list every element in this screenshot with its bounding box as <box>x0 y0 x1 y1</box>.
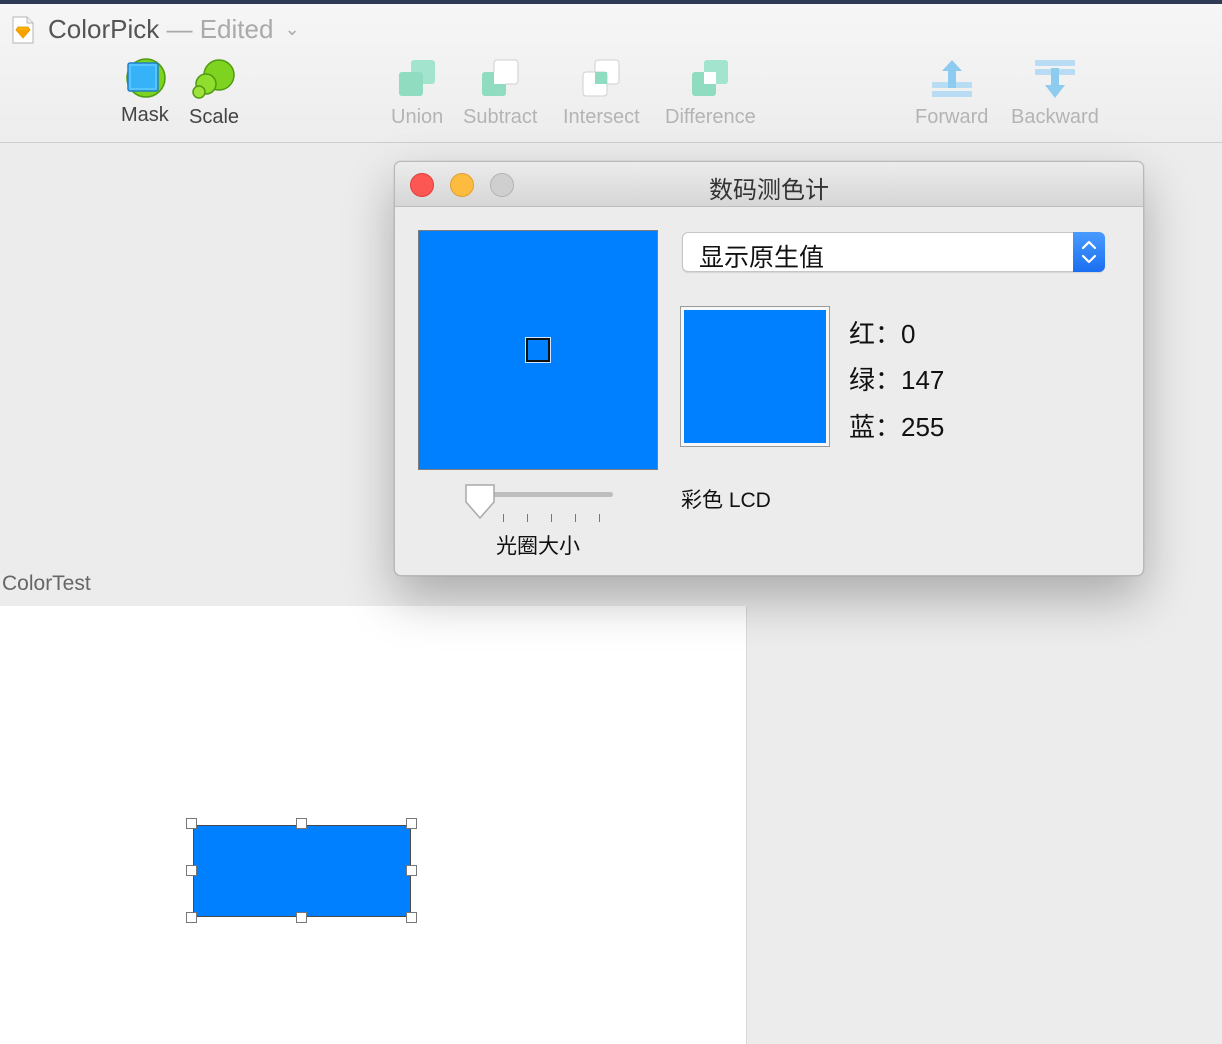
aperture-slider-thumb[interactable] <box>463 482 497 522</box>
intersect-icon <box>582 59 620 97</box>
union-label: Union <box>391 106 444 128</box>
document-title[interactable]: ColorPick — Edited ⌄ <box>48 14 300 45</box>
intersect-button[interactable]: Intersect <box>563 58 640 129</box>
resize-handle-bottom[interactable] <box>296 912 307 923</box>
resize-handle-bottom-right[interactable] <box>406 912 417 923</box>
color-meter-title: 数码测色计 <box>709 177 829 204</box>
blue-readout: 蓝：255 <box>849 407 944 444</box>
subtract-button[interactable]: Subtract <box>463 58 537 129</box>
mask-button[interactable]: Mask <box>121 58 169 127</box>
backward-icon <box>1034 60 1075 98</box>
color-profile-label: 彩色 LCD <box>681 489 771 512</box>
mask-label: Mask <box>121 104 169 126</box>
toolbar: ColorPick — Edited ⌄ Mask Scale Union Su… <box>0 4 1222 143</box>
red-readout: 红：0 <box>849 314 915 351</box>
mask-icon <box>126 58 166 98</box>
red-value: 0 <box>901 319 916 349</box>
slider-tick <box>527 514 528 522</box>
slider-tick <box>503 514 504 522</box>
chevron-down-icon[interactable]: ⌄ <box>285 19 300 39</box>
backward-label: Backward <box>1011 106 1099 128</box>
forward-button[interactable]: Forward <box>915 58 988 129</box>
scale-label: Scale <box>189 106 240 128</box>
resize-handle-top-left[interactable] <box>186 818 197 829</box>
scale-button[interactable]: Scale <box>189 58 239 129</box>
intersect-label: Intersect <box>563 106 640 128</box>
blue-label: 蓝： <box>849 412 902 442</box>
sketch-document-icon[interactable] <box>12 16 34 44</box>
chevron-up-down-icon <box>1081 240 1097 264</box>
forward-icon <box>931 60 972 97</box>
color-meter-window: 数码测色计 光圈大小 显示原生值 红：0 绿：147 蓝：255 彩色 LCD <box>394 161 1144 576</box>
difference-button[interactable]: Difference <box>665 58 756 129</box>
resize-handle-bottom-left[interactable] <box>186 912 197 923</box>
aperture-slider-track[interactable] <box>483 492 613 497</box>
display-mode-select[interactable]: 显示原生值 <box>682 232 1105 272</box>
blue-value: 255 <box>901 412 945 442</box>
aperture-slider-ticks <box>503 514 603 524</box>
difference-label: Difference <box>665 106 756 128</box>
green-label: 绿： <box>849 365 902 395</box>
subtract-icon <box>482 59 519 96</box>
resize-handle-right[interactable] <box>406 865 417 876</box>
backward-button[interactable]: Backward <box>1011 58 1099 129</box>
union-button[interactable]: Union <box>391 58 443 129</box>
artboard-title[interactable]: ColorTest <box>2 572 91 596</box>
resize-handle-left[interactable] <box>186 865 197 876</box>
resize-handle-top[interactable] <box>296 818 307 829</box>
red-label: 红： <box>849 319 902 349</box>
document-status: — Edited <box>166 14 274 44</box>
difference-icon <box>692 60 729 96</box>
display-mode-value: 显示原生值 <box>699 244 825 272</box>
scale-icon <box>192 59 235 99</box>
green-readout: 绿：147 <box>849 360 944 397</box>
slider-tick <box>551 514 552 522</box>
selected-rectangle[interactable] <box>193 825 411 917</box>
color-swatch <box>680 306 830 447</box>
green-value: 147 <box>901 365 945 395</box>
forward-label: Forward <box>915 106 989 128</box>
select-stepper[interactable] <box>1073 232 1105 272</box>
union-icon <box>399 60 436 96</box>
subtract-label: Subtract <box>463 106 538 128</box>
slider-tick <box>575 514 576 522</box>
aperture-target-icon <box>525 337 551 363</box>
color-meter-titlebar[interactable]: 数码测色计 <box>395 162 1143 207</box>
aperture-size-label: 光圈大小 <box>496 535 580 558</box>
slider-tick <box>599 514 600 522</box>
document-name: ColorPick <box>48 14 160 44</box>
resize-handle-top-right[interactable] <box>406 818 417 829</box>
